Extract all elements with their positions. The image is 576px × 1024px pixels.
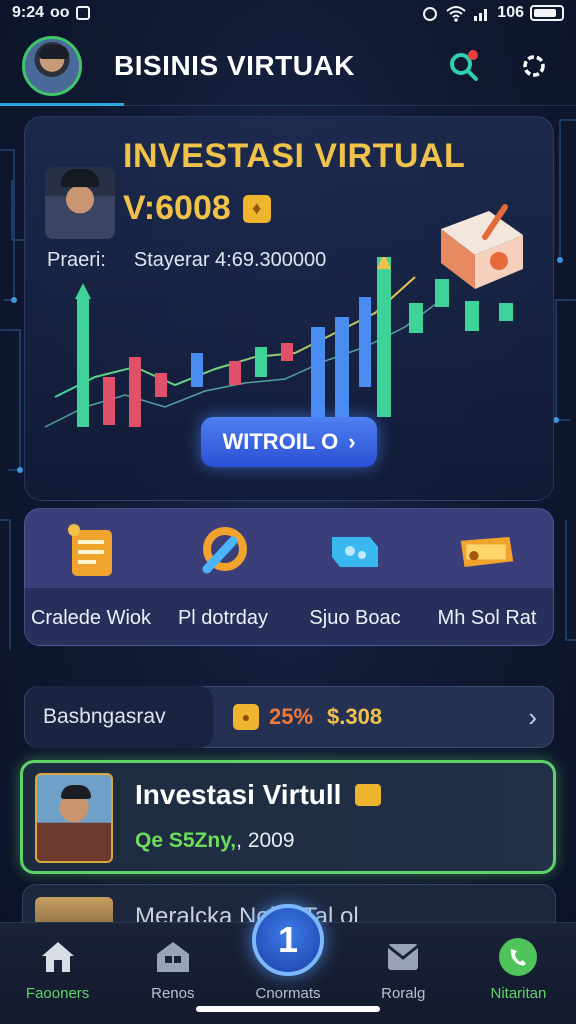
candle (281, 343, 293, 361)
status-bar-left: 9:24 oo (12, 4, 90, 22)
search-icon (450, 49, 478, 81)
center-action-icon: 1 (277, 919, 299, 960)
nav-item-faooners[interactable]: Faooners (0, 923, 115, 1024)
profile-avatar[interactable] (22, 35, 82, 96)
signal-icon (474, 9, 488, 21)
action-item-pl-dotrday[interactable]: Pl dotrday (157, 509, 289, 645)
coin-icon: ● (233, 704, 259, 730)
candle (103, 377, 115, 425)
header-active-indicator (0, 103, 124, 106)
nav-item-nitaritan[interactable]: Nitaritan (461, 923, 576, 1024)
featured-subtitle: Qe S5Zny,, 2009 (135, 829, 295, 853)
link-icon (193, 521, 253, 581)
wifi-icon (446, 6, 466, 22)
nav-label: Faooners (25, 985, 90, 1002)
home-icon (38, 937, 78, 977)
nav-label: Roralg (381, 985, 426, 1002)
hero-investment-card: INVESTASI VIRTUAL V:6008 ♦ Praeri: Staye… (24, 116, 554, 501)
center-action-button[interactable]: 1 (252, 904, 324, 976)
candle (129, 357, 141, 427)
candle (255, 347, 267, 377)
alarm-icon (423, 7, 438, 21)
search-button[interactable] (444, 46, 484, 86)
candle (229, 361, 241, 385)
featured-title: Investasi Virtull (135, 779, 342, 810)
nav-label: Nitaritan (490, 985, 547, 1002)
status-time: 9:24 (12, 4, 45, 21)
wallet-icon (457, 521, 517, 581)
featured-person-photo (35, 773, 113, 863)
ticker-value: $.308 (327, 704, 383, 729)
status-right-text: 106 (497, 4, 524, 21)
status-bar: 9:24 oo 106 (0, 0, 576, 26)
status-bar-right: 106 (421, 4, 564, 22)
featured-subtitle-white: , 2009 (236, 829, 295, 852)
candle (335, 317, 349, 417)
featured-investment-card[interactable]: Investasi Virtull Qe S5Zny,, 2009 (20, 760, 556, 874)
hero-person-image (45, 167, 115, 239)
action-label: Cralede Wiok (30, 607, 152, 629)
candle (155, 373, 167, 397)
nav-label: Renos (151, 985, 195, 1002)
app-title: BISINIS VIRTUAK (114, 49, 355, 81)
phone-icon (498, 937, 538, 977)
candle (499, 303, 513, 321)
hero-action-button[interactable]: WITROIL O › (201, 417, 377, 467)
notification-icon (75, 6, 90, 20)
coin-icon: ♦ (242, 194, 271, 223)
house-grid-icon (153, 937, 193, 977)
hero-amount: V:6008 (123, 189, 231, 227)
action-label: Mh Sol Rat (437, 607, 537, 629)
app-header: BISINIS VIRTUAK (0, 26, 576, 106)
mail-icon (383, 937, 423, 977)
action-item-mh-sol-rat[interactable]: Mh Sol Rat (421, 509, 553, 645)
candle (465, 301, 479, 331)
action-item-sjuo-boac[interactable]: Sjuo Boac (289, 509, 421, 645)
candle (191, 353, 203, 387)
candle (409, 303, 423, 333)
candle (311, 327, 325, 417)
balance-ticker-row[interactable]: Basbngasrav ● 25% $.308 › (24, 686, 554, 748)
chart-arrow-left (75, 283, 91, 299)
envelope-icon (355, 784, 382, 806)
chevron-right-icon: › (348, 429, 356, 454)
status-extra: oo (50, 4, 70, 21)
hero-amount-row: V:6008 ♦ (123, 189, 271, 228)
ticket-icon (325, 521, 385, 581)
candle (77, 297, 89, 427)
candle (377, 257, 391, 417)
action-label: Pl dotrday (177, 607, 269, 629)
candle (359, 297, 371, 387)
settings-icon (523, 54, 545, 77)
quick-actions-panel: Cralede Wiok Pl dotrday Sjuo Boac Mh Sol… (24, 508, 554, 646)
battery-icon (530, 5, 564, 21)
chevron-right-icon: › (528, 701, 537, 732)
action-label: Sjuo Boac (309, 607, 401, 629)
hero-title: INVESTASI VIRTUAL (123, 137, 466, 175)
ticker-percent: 25% (269, 704, 314, 729)
ticker-label: Basbngasrav (25, 686, 213, 748)
treasure-box-icon (441, 204, 523, 289)
home-indicator[interactable] (196, 1006, 380, 1012)
featured-title-row: Investasi Virtull (135, 779, 382, 811)
featured-subtitle-green: Qe S5Zny, (135, 829, 237, 852)
settings-button[interactable] (514, 46, 554, 86)
action-item-cralede-wiok[interactable]: Cralede Wiok (25, 509, 157, 645)
clipboard-icon (61, 521, 121, 581)
hero-button-label: WITROIL O (222, 429, 339, 454)
header-actions (444, 46, 554, 86)
nav-label: Cnormats (255, 985, 321, 1002)
